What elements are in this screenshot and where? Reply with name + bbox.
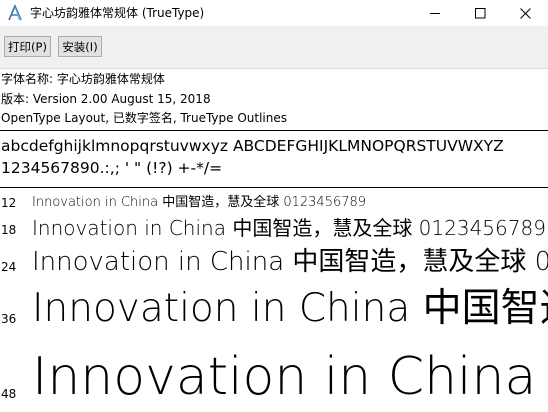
size-label: 24 (1, 260, 17, 274)
sample-row-36: 36 Innovation in China 中国智造，慧及全球 0123456… (0, 281, 548, 341)
maximize-button[interactable] (458, 0, 503, 26)
sample-text: Innovation in China 中国智造，慧及全球 0123456789 (32, 347, 548, 407)
sample-text: Innovation in China 中国智造，慧及全球 0123456789 (32, 247, 548, 277)
window-title: 字心坊韵雅体常规体 (TrueType) (30, 6, 205, 20)
sample-text: Innovation in China 中国智造，慧及全球 0123456789 (32, 286, 548, 331)
font-type: OpenType Layout, 已数字签名, TrueType Outline… (1, 111, 288, 125)
sample-text: Innovation in China 中国智造，慧及全球 0123456789 (32, 195, 367, 210)
divider (0, 130, 548, 131)
size-label: 36 (1, 312, 17, 326)
sample-row-12: 12 Innovation in China 中国智造，慧及全球 0123456… (0, 194, 548, 214)
maximize-icon (475, 7, 486, 18)
font-name: 字体名称: 字心坊韵雅体常规体 (1, 72, 165, 86)
charset-letters: abcdefghijklmnopqrstuvwxyz ABCDEFGHIJKLM… (1, 137, 504, 155)
print-button[interactable]: 打印(P) (4, 36, 51, 57)
size-label: 12 (1, 196, 17, 210)
install-button[interactable]: 安装(I) (58, 36, 102, 57)
divider (0, 187, 548, 188)
size-label: 18 (1, 223, 17, 237)
minimize-button[interactable] (413, 0, 458, 26)
font-a-icon (8, 4, 22, 21)
charset-symbols: 1234567890.:,; ' " (!?) +-*/= (1, 159, 223, 177)
font-preview[interactable]: 字体名称: 字心坊韵雅体常规体 版本: Version 2.00 August … (0, 69, 548, 412)
close-button[interactable] (503, 0, 548, 26)
sample-row-18: 18 Innovation in China 中国智造，慧及全球 0123456… (0, 214, 548, 244)
sample-text: Innovation in China 中国智造，慧及全球 0123456789 (32, 216, 546, 240)
font-version: 版本: Version 2.00 August 15, 2018 (1, 92, 211, 106)
title-bar[interactable]: 字心坊韵雅体常规体 (TrueType) (0, 0, 548, 26)
sample-row-24: 24 Innovation in China 中国智造，慧及全球 0123456… (0, 243, 548, 283)
close-icon (520, 7, 531, 19)
sample-row-48: 48 Innovation in China 中国智造，慧及全球 0123456… (0, 341, 548, 412)
toolbar: 打印(P) 安装(I) (0, 26, 548, 69)
minimize-icon (430, 12, 440, 14)
size-label: 48 (1, 387, 17, 401)
